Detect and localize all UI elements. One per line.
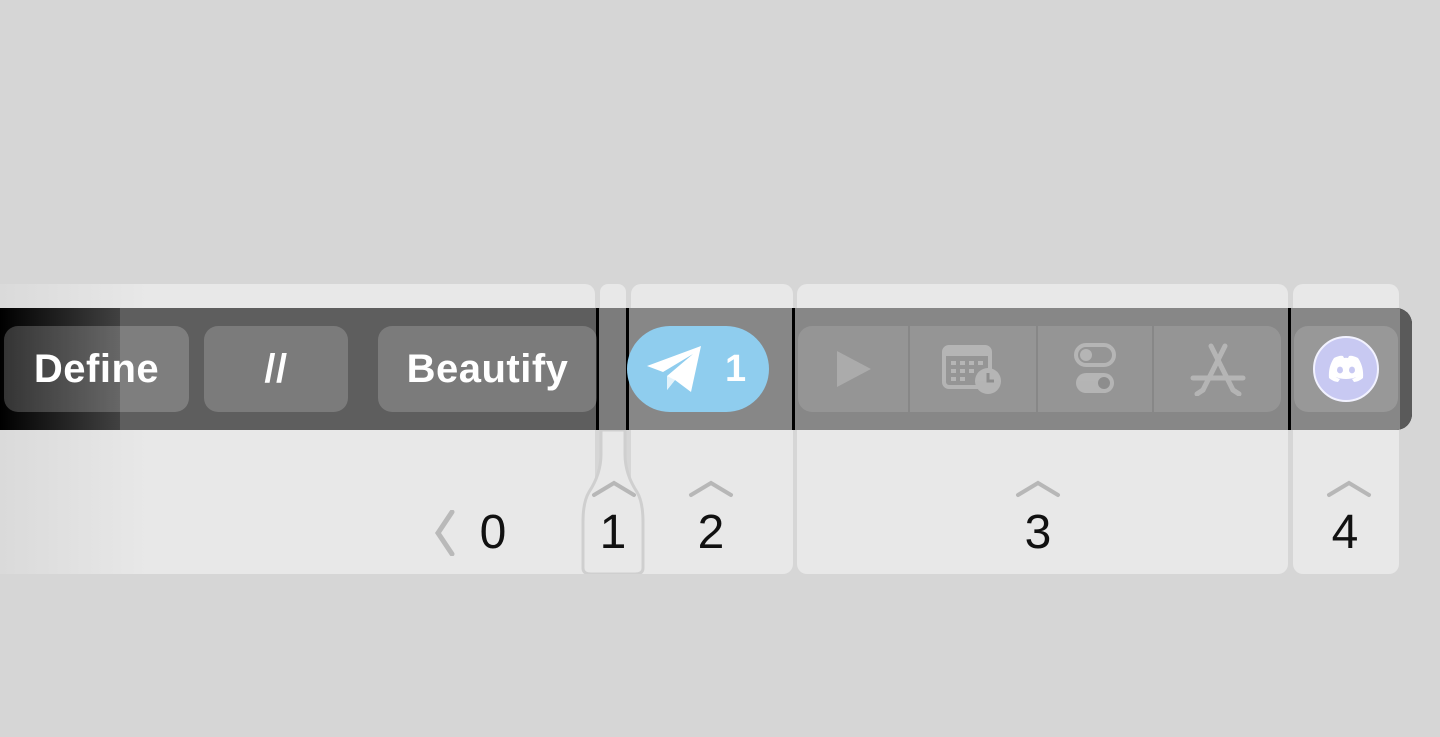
toggle-switches-icon [1074, 343, 1116, 393]
chevron-up-icon[interactable] [688, 478, 734, 498]
chevron-up-icon[interactable] [1015, 478, 1061, 498]
touch-bar-editor: Define // Beautify 1 0 1 2 3 4 [0, 0, 1440, 737]
chevron-left-icon[interactable] [432, 510, 456, 556]
touch-bar: Define // Beautify 1 [0, 308, 1412, 430]
group-1-bg [598, 308, 628, 430]
play-button[interactable] [798, 326, 908, 412]
play-icon [837, 351, 871, 387]
chevron-up-icon[interactable] [591, 478, 637, 498]
discord-button[interactable] [1294, 326, 1398, 412]
define-button[interactable]: Define [4, 326, 189, 412]
group-3-number: 3 [1024, 506, 1052, 559]
group-2-number: 2 [697, 506, 725, 559]
paper-plane-icon [647, 346, 701, 392]
chevron-up-icon[interactable] [1326, 478, 1372, 498]
app-store-button[interactable] [1154, 326, 1281, 412]
telegram-button[interactable]: 1 [627, 326, 769, 412]
comment-button[interactable]: // [204, 326, 348, 412]
app-store-icon [1190, 343, 1245, 396]
group-1-number: 1 [599, 506, 627, 559]
discord-icon [1313, 336, 1379, 402]
group-divider [792, 308, 795, 430]
calendar-clock-icon [942, 345, 1001, 394]
telegram-badge-count: 1 [725, 347, 747, 390]
group-0-number: 0 [479, 506, 507, 559]
group-divider [1288, 308, 1291, 430]
beautify-button[interactable]: Beautify [378, 326, 597, 412]
toggles-button[interactable] [1038, 326, 1152, 412]
group-4-number: 4 [1331, 506, 1359, 559]
calendar-button[interactable] [910, 326, 1036, 412]
